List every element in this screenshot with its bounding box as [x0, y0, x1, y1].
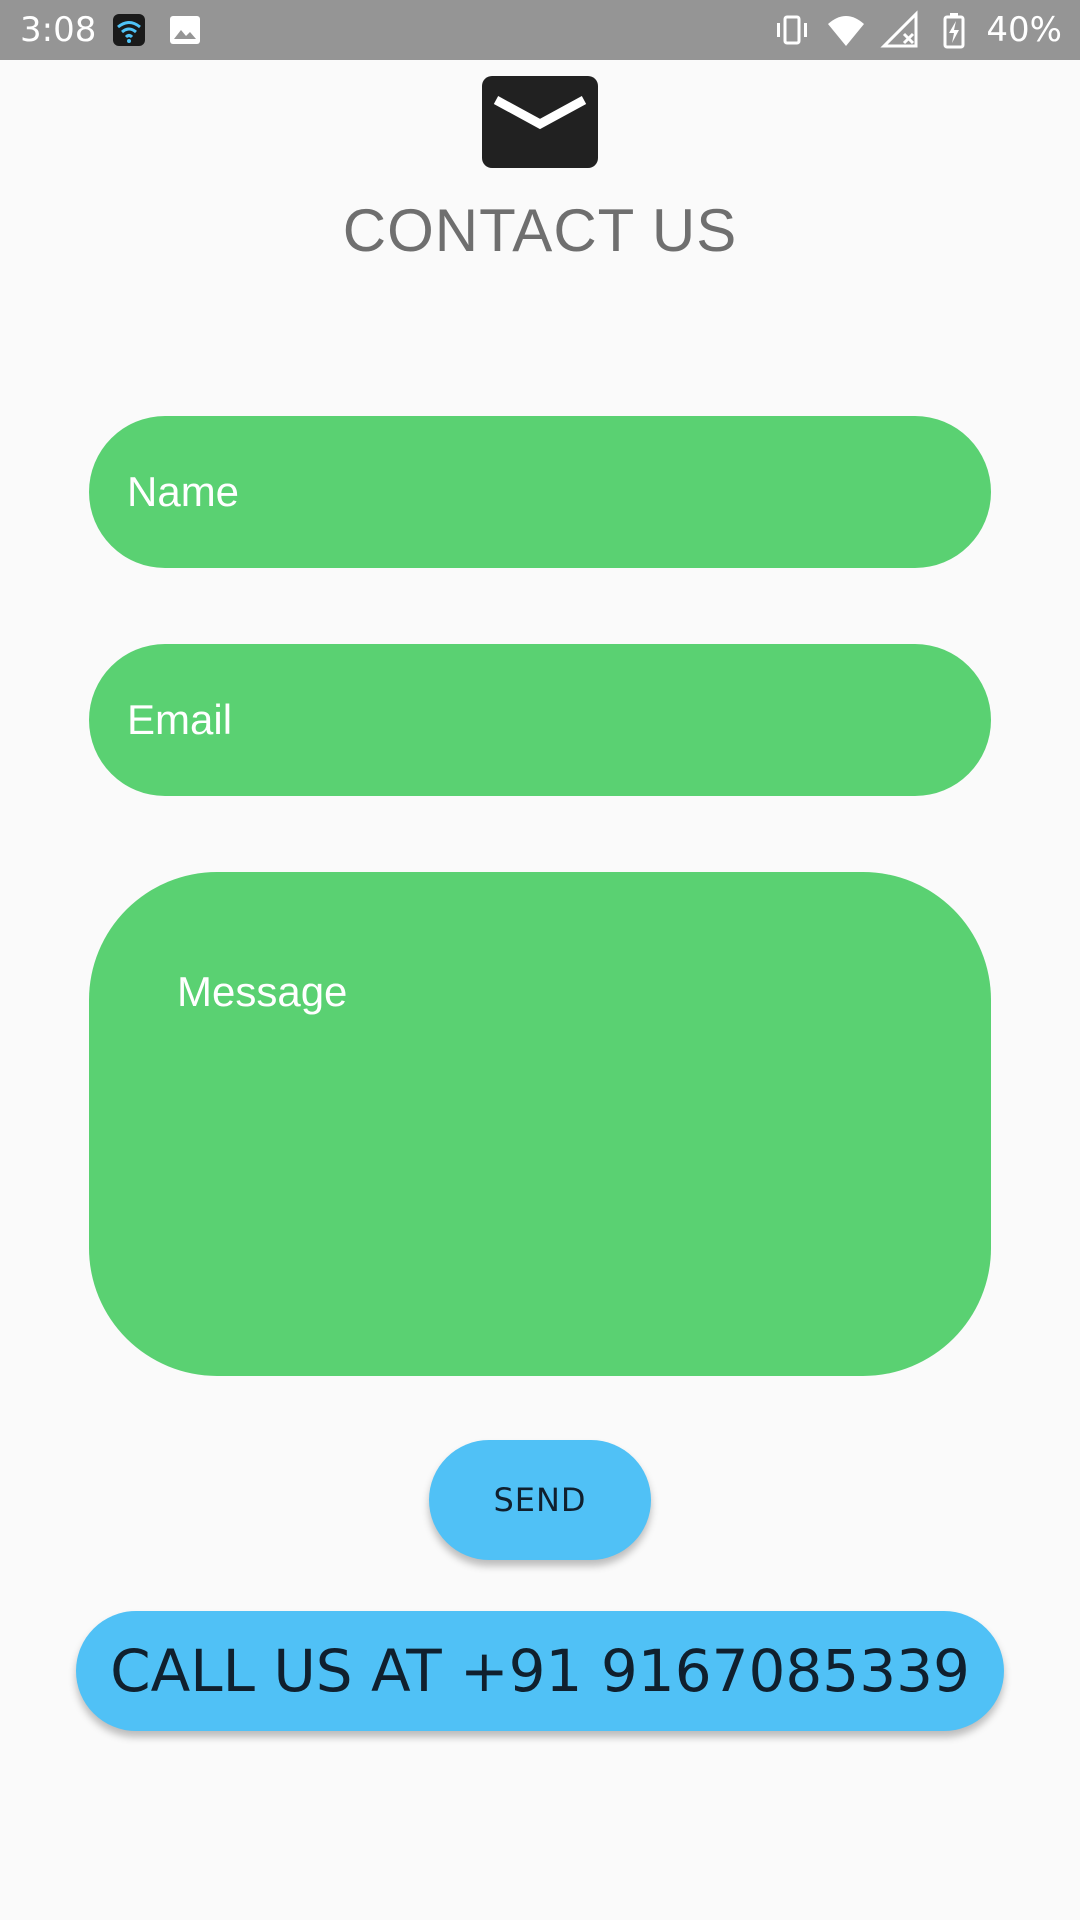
- page-title: CONTACT US: [342, 197, 738, 264]
- wifi-square-icon: [113, 14, 145, 46]
- vibrate-icon: [772, 10, 812, 50]
- email-placeholder: Email: [127, 696, 233, 743]
- image-icon: [170, 16, 200, 44]
- message-input[interactable]: Message: [89, 872, 991, 1376]
- send-button[interactable]: SEND: [429, 1440, 651, 1560]
- call-us-button[interactable]: CALL US AT +91 9167085339: [76, 1611, 1004, 1731]
- signal-icon: [880, 10, 920, 50]
- battery-charging-icon: [934, 10, 974, 50]
- battery-percentage: 40%: [986, 10, 1062, 50]
- name-placeholder: Name: [127, 468, 240, 515]
- status-bar: 3:08 40%: [0, 0, 1080, 60]
- mail-icon: [482, 76, 598, 168]
- contact-screen: 3:08 40% CONTACT US Name Email Message S…: [0, 0, 1080, 1920]
- status-right-group: 40%: [758, 0, 1062, 60]
- email-input[interactable]: Email: [89, 644, 991, 796]
- message-placeholder: Message: [177, 968, 348, 1015]
- name-input[interactable]: Name: [89, 416, 991, 568]
- status-time: 3:08: [20, 10, 97, 50]
- wifi-icon: [826, 10, 866, 50]
